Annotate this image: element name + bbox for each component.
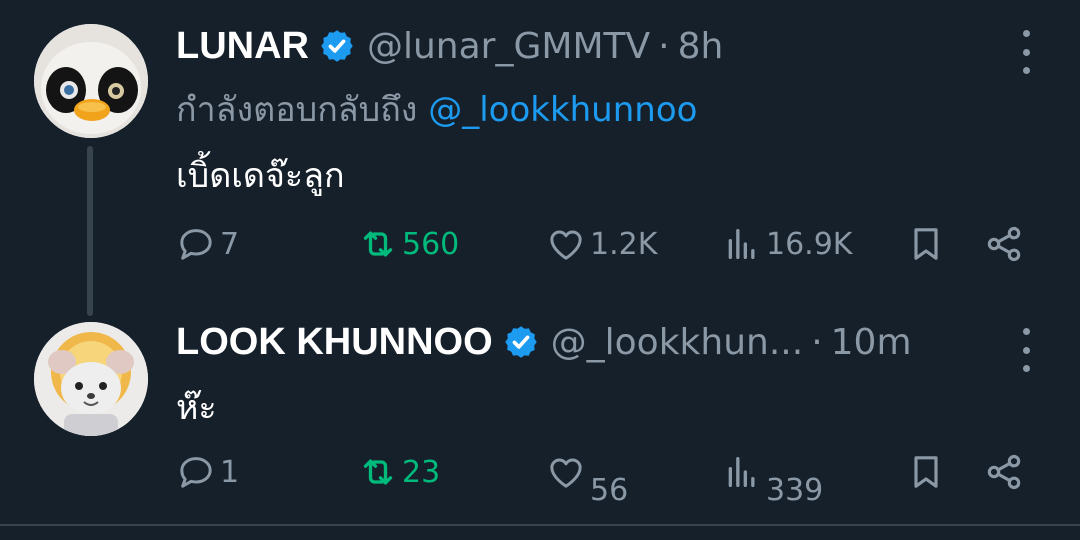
tweet-header: LOOK KHUNNOO @_lookkhun... · 10m (176, 318, 912, 366)
more-options-icon[interactable] (1014, 328, 1038, 372)
views-count: 339 (766, 472, 824, 508)
bookmark-icon (914, 456, 938, 488)
repost-icon (363, 459, 393, 485)
heart-icon (550, 458, 582, 488)
repost-count: 23 (402, 454, 441, 490)
bookmark-icon (914, 228, 938, 260)
bookmark-button[interactable] (906, 216, 946, 272)
like-count: 1.2K (590, 226, 658, 262)
tweet-divider (0, 524, 1080, 526)
reply-button[interactable]: 1 (176, 444, 239, 500)
handle[interactable]: @_lookkhun... (551, 322, 804, 363)
views-chart-icon (728, 229, 755, 259)
reply-count: 7 (220, 226, 240, 262)
repost-count: 560 (402, 226, 460, 262)
tweet[interactable]: LOOK KHUNNOO @_lookkhun... · 10m ห๊ะ 1 2… (0, 310, 1080, 524)
more-options-icon[interactable] (1014, 30, 1038, 74)
display-name[interactable]: LUNAR (176, 25, 309, 68)
reply-button[interactable]: 7 (176, 216, 239, 272)
repost-button[interactable]: 560 (358, 216, 459, 272)
like-button[interactable]: 1.2K (546, 216, 657, 272)
handle[interactable]: @lunar_GMMTV (367, 26, 650, 67)
timestamp[interactable]: 8h (678, 26, 724, 67)
share-button[interactable] (984, 216, 1024, 272)
views-chart-icon (728, 457, 755, 487)
heart-icon (550, 230, 582, 260)
reply-icon (180, 229, 212, 260)
tweet-text: เบิ้ดเดจ๊ะลูก (176, 156, 345, 196)
views-count: 16.9K (766, 226, 853, 262)
display-name[interactable]: LOOK KHUNNOO (176, 321, 493, 364)
timestamp[interactable]: 10m (831, 322, 912, 363)
replying-to: กำลังตอบกลับถึง @_lookkhunnoo (176, 82, 697, 136)
repost-button[interactable]: 23 (358, 444, 440, 500)
penguin-duck-plush-avatar (34, 24, 148, 138)
repost-icon (363, 231, 393, 257)
bookmark-button[interactable] (906, 444, 946, 500)
avatar[interactable] (34, 322, 148, 436)
verified-badge-icon (321, 30, 353, 62)
action-bar: 1 23 56 339 (0, 444, 1080, 508)
like-button[interactable]: 56 (546, 444, 628, 508)
share-icon (987, 226, 1021, 262)
reply-count: 1 (220, 454, 240, 490)
avatar[interactable] (34, 24, 148, 138)
separator-dot: · (658, 25, 670, 67)
views-button[interactable]: 16.9K (722, 216, 852, 272)
tweet-text: ห๊ะ (176, 388, 217, 428)
like-count: 56 (590, 472, 629, 508)
verified-badge-icon (504, 326, 537, 358)
views-button[interactable]: 339 (722, 444, 823, 508)
tweet-header: LUNAR @lunar_GMMTV · 8h (176, 22, 723, 70)
tweet[interactable]: LUNAR @lunar_GMMTV · 8h กำลังตอบกลับถึง … (0, 0, 1080, 316)
action-bar: 7 560 1.2K 16.9K (0, 216, 1080, 272)
share-button[interactable] (984, 444, 1024, 500)
reply-mention-link[interactable]: @_lookkhunnoo (428, 90, 697, 130)
replying-to-label: กำลังตอบกลับถึง (176, 90, 418, 130)
share-icon (987, 454, 1021, 490)
reply-icon (180, 457, 212, 488)
lion-mouse-plush-avatar (34, 322, 148, 436)
separator-dot: · (811, 321, 823, 363)
